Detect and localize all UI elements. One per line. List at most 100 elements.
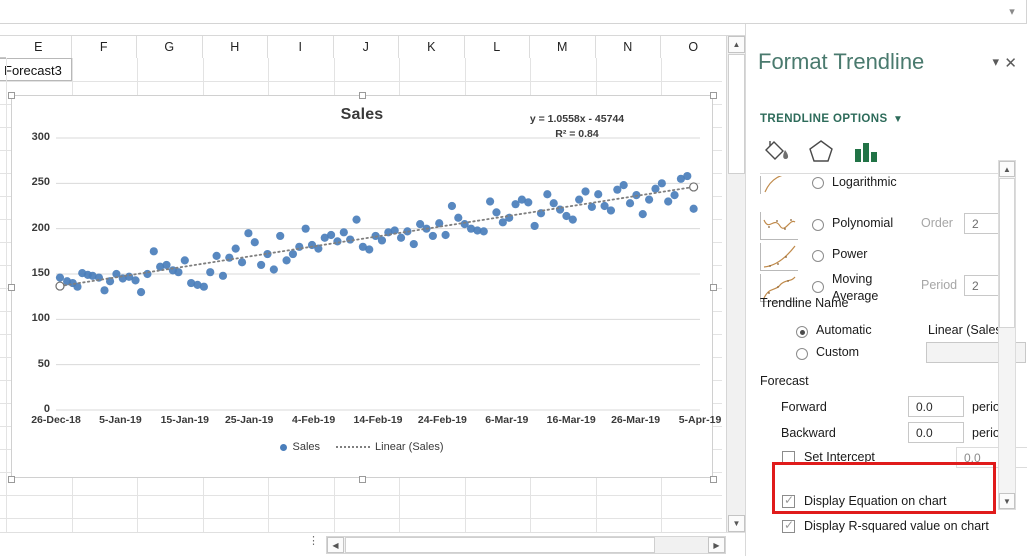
scroll-down-icon[interactable]: ▼	[728, 515, 745, 532]
column-header-K[interactable]: K	[399, 36, 465, 58]
radio-custom[interactable]	[796, 348, 808, 360]
column-header-M[interactable]: M	[530, 36, 596, 58]
chart-handle-bc[interactable]	[359, 476, 366, 483]
active-tab-caret-icon	[841, 166, 855, 173]
sheet-tab-split-handle[interactable]: ⋮	[308, 536, 319, 553]
pane-tab-underline	[760, 173, 1014, 174]
radio-logarithmic[interactable]	[812, 177, 824, 189]
paint-bucket-icon	[765, 141, 789, 160]
checkbox-display-rsquared[interactable]	[782, 518, 795, 533]
cell-E1[interactable]: Forecast3	[0, 58, 72, 81]
option-polynomial[interactable]: Polynomial Order 2 ▲▼	[760, 210, 1010, 244]
forward-input[interactable]: 0.0	[908, 396, 964, 417]
grid-column-line	[6, 58, 7, 532]
chart-handle-tc[interactable]	[359, 92, 366, 99]
sheet-bottom-bar: ⋮ ◀ ▶	[0, 532, 745, 556]
pane-scroll-down-icon[interactable]: ▼	[999, 493, 1015, 509]
column-header-H[interactable]: H	[202, 36, 268, 58]
column-header-row: EFGHIJKLMNO	[0, 36, 745, 58]
chevron-down-icon[interactable]: ▾	[1005, 5, 1019, 19]
radio-power[interactable]	[812, 250, 824, 262]
sheet-vertical-scrollbar[interactable]: ▲ ▼	[726, 36, 745, 532]
tab-fill-line[interactable]	[760, 136, 794, 168]
column-header-J[interactable]: J	[333, 36, 399, 58]
chart-handle-ml[interactable]	[8, 284, 15, 291]
trendline-handle-start[interactable]	[55, 281, 65, 291]
automatic-trendline-name-value: Linear (Sales)	[928, 323, 1006, 337]
pane-vertical-scrollbar[interactable]: ▲ ▼	[998, 160, 1016, 510]
column-header-N[interactable]: N	[595, 36, 661, 58]
chart-handle-mr[interactable]	[710, 284, 717, 291]
sheet-top-gap	[0, 24, 745, 36]
pane-scroll-up-icon[interactable]: ▲	[999, 161, 1015, 177]
polynomial-thumb-icon	[760, 212, 798, 240]
chart-handle-br[interactable]	[710, 476, 717, 483]
label-custom: Custom	[816, 345, 860, 359]
backward-input[interactable]: 0.0	[908, 422, 964, 443]
radio-polynomial[interactable]	[812, 219, 824, 231]
pane-tab-row	[760, 136, 1010, 172]
trendline-name-heading: Trendline Name	[760, 296, 849, 310]
label-power: Power	[832, 247, 868, 261]
y-tick-label-250: 250	[31, 176, 50, 189]
pane-title: Format Trendline	[758, 49, 925, 74]
period-value: 2	[972, 279, 979, 293]
sheet-horizontal-scrollbar[interactable]: ◀ ▶	[326, 536, 726, 554]
y-tick-label-50: 50	[37, 357, 50, 370]
chevron-down-icon[interactable]: ▾	[992, 54, 999, 70]
pane-scrollbar-thumb[interactable]	[999, 178, 1015, 328]
formula-input[interactable]	[0, 0, 1027, 24]
grid-row-line	[0, 518, 722, 519]
chart-handle-bl[interactable]	[8, 476, 15, 483]
scroll-left-icon[interactable]: ◀	[327, 537, 344, 553]
logarithmic-thumb-icon	[760, 176, 798, 194]
legend-label-sales: Sales	[292, 441, 321, 453]
option-logarithmic[interactable]: Logarithmic	[760, 176, 1000, 194]
option-custom-name[interactable]: Custom	[760, 342, 1026, 378]
scroll-right-icon[interactable]: ▶	[708, 537, 725, 553]
radio-moving-average[interactable]	[812, 281, 824, 293]
column-header-G[interactable]: G	[137, 36, 203, 58]
legend-label-trendline: Linear (Sales)	[375, 441, 444, 453]
column-header-L[interactable]: L	[464, 36, 530, 58]
polynomial-text: Polynomial	[832, 216, 894, 230]
power-curve-icon	[763, 245, 796, 268]
trendline-handle-end[interactable]	[689, 182, 699, 192]
annotation-highlight-box	[772, 462, 996, 514]
scroll-up-icon[interactable]: ▲	[728, 36, 745, 53]
tab-effects[interactable]	[804, 136, 838, 168]
column-header-O[interactable]: O	[661, 36, 727, 58]
dotted-line-icon	[336, 446, 371, 448]
scatter-marker-icon	[280, 443, 288, 451]
column-header-E[interactable]: E	[6, 36, 72, 58]
logarithmic-curve-icon	[764, 176, 783, 193]
column-header-I[interactable]: I	[268, 36, 334, 58]
label-logarithmic: Logarithmic	[832, 176, 897, 189]
label-display-rsquared: Display R-squared value on chart	[804, 519, 989, 533]
scrollbar-thumb[interactable]	[728, 54, 745, 174]
bar-chart-icon	[855, 143, 877, 162]
option-power[interactable]: Power	[760, 241, 1010, 275]
grid-row-line	[0, 495, 722, 496]
power-thumb-icon	[760, 243, 798, 271]
legend-item-sales[interactable]: Sales	[280, 441, 320, 453]
column-header-F[interactable]: F	[71, 36, 137, 58]
chevron-down-icon[interactable]: ▼	[893, 114, 903, 125]
y-tick-label-300: 300	[31, 131, 50, 143]
label-polynomial: Polynomial	[832, 216, 893, 230]
chart-object[interactable]: Sales y = 1.0558x - 45744 R² = 0.84 0 50 1…	[8, 92, 721, 483]
order-value: 2	[972, 217, 979, 231]
label-period: Period	[921, 278, 958, 292]
field-display-rsquared[interactable]: Display R-squared value on chart	[760, 518, 1015, 553]
label-backward: Backward	[781, 426, 836, 440]
close-icon[interactable]: ✕	[1004, 54, 1017, 72]
legend-item-trendline[interactable]: Linear (Sales)	[336, 441, 444, 453]
chart-legend[interactable]: Sales Linear (Sales)	[12, 441, 712, 453]
pane-section-title[interactable]: TRENDLINE OPTIONS	[760, 113, 888, 125]
y-tick-label-100: 100	[31, 312, 50, 325]
chart-handle-tl[interactable]	[8, 92, 15, 99]
tab-trendline-options[interactable]	[848, 136, 882, 168]
chart-handle-tr[interactable]	[710, 92, 717, 99]
hscrollbar-thumb[interactable]	[345, 537, 655, 553]
radio-automatic[interactable]	[796, 326, 808, 338]
